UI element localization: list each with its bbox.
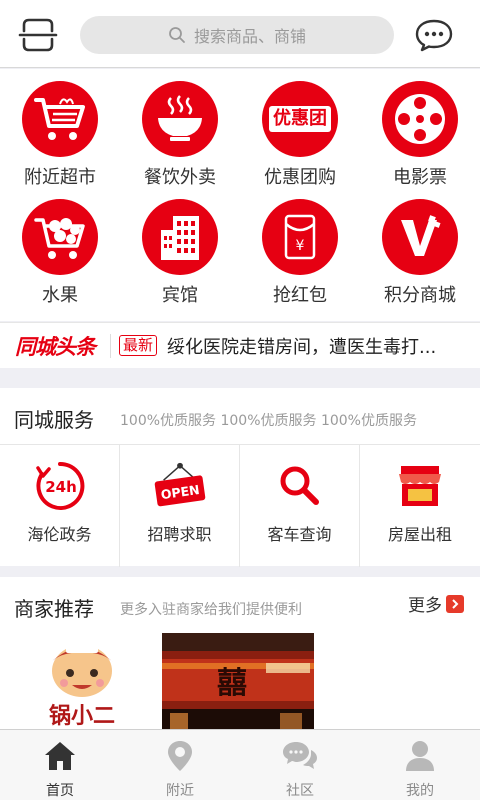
tab-nearby[interactable]: 附近 xyxy=(120,730,240,800)
storefront-icon xyxy=(392,461,448,511)
search-magnifier-icon xyxy=(272,461,328,511)
24h-clock-icon: 24h xyxy=(32,461,88,511)
service-house-rent[interactable]: 房屋出租 xyxy=(360,445,480,567)
chevron-right-icon xyxy=(446,594,464,613)
message-icon[interactable] xyxy=(414,18,454,52)
section-subtitle: 更多入驻商家给我们提供便利 xyxy=(120,602,302,618)
person-icon xyxy=(402,738,438,774)
merchant-recommendations-section: 商家推荐 更多入驻商家给我们提供便利 更多 锅小二 囍 xyxy=(0,577,480,729)
category-hotel[interactable]: 宾馆 xyxy=(120,187,240,307)
restaurant-storefront-photo: 囍 xyxy=(162,633,314,729)
category-fruit[interactable]: 水果 xyxy=(0,187,120,307)
search-placeholder: 搜索商品、商铺 xyxy=(193,27,306,46)
chat-bubbles-icon xyxy=(282,738,318,774)
tab-label: 附近 xyxy=(166,783,194,799)
section-title: 同城服务 xyxy=(14,408,94,432)
merchant-card[interactable]: 锅小二 xyxy=(12,633,152,729)
location-pin-icon xyxy=(162,738,198,774)
group-buy-logo-text: 优惠团 xyxy=(269,106,331,132)
category-supermarket[interactable]: 附近超市 xyxy=(0,69,120,189)
scan-icon[interactable] xyxy=(18,17,58,53)
more-label: 更多 xyxy=(408,596,442,616)
category-grid: 附近超市 餐饮外卖 优惠团 优惠团购 电影票 水果 宾馆 ¥ 抢红包 积分商城 xyxy=(0,69,480,321)
category-group-buy[interactable]: 优惠团 优惠团购 xyxy=(240,69,360,189)
category-takeout[interactable]: 餐饮外卖 xyxy=(120,69,240,189)
category-movie-tickets[interactable]: 电影票 xyxy=(360,69,480,189)
merchant-card[interactable]: 囍 xyxy=(162,633,314,729)
category-label: 附近超市 xyxy=(24,167,96,188)
service-government[interactable]: 24h 海伦政务 xyxy=(0,445,120,567)
new-badge: 最新 xyxy=(119,335,158,356)
divider xyxy=(110,333,111,358)
top-header: 搜索商品、商铺 xyxy=(0,0,480,68)
category-label: 宾馆 xyxy=(162,285,198,306)
service-label: 房屋出租 xyxy=(387,525,452,544)
tab-label: 我的 xyxy=(406,783,434,799)
city-services-section: 同城服务 100%优质服务 100%优质服务 100%优质服务 24h 海伦政务 xyxy=(0,388,480,567)
category-label: 积分商城 xyxy=(384,285,456,306)
home-icon xyxy=(42,738,78,774)
red-envelope-icon: ¥ xyxy=(262,199,338,275)
service-bus-search[interactable]: 客车查询 xyxy=(240,445,360,567)
category-points-mall[interactable]: 积分商城 xyxy=(360,187,480,307)
search-input[interactable]: 搜索商品、商铺 xyxy=(80,16,394,54)
tab-home[interactable]: 首页 xyxy=(0,730,120,800)
search-icon xyxy=(169,27,185,43)
tab-community[interactable]: 社区 xyxy=(240,730,360,800)
service-label: 客车查询 xyxy=(267,525,332,544)
chef-mascot-logo: 锅小二 xyxy=(34,645,130,729)
section-subtitle: 100%优质服务 100%优质服务 100%优质服务 xyxy=(120,413,417,429)
tab-mine[interactable]: 我的 xyxy=(360,730,480,800)
group-buy-logo-icon: 优惠团 xyxy=(262,81,338,157)
home-page: 搜索商品、商铺 附近超市 餐饮外卖 优惠团 优惠团购 电影票 水果 宾馆 ¥ 抢… xyxy=(0,0,480,800)
services-grid: 24h 海伦政务 OPEN 招聘求职 客车查询 房屋出租 xyxy=(0,444,480,567)
hotel-building-icon xyxy=(142,199,218,275)
section-title: 商家推荐 xyxy=(14,597,94,621)
category-label: 水果 xyxy=(42,285,78,306)
envelope-symbol: ¥ xyxy=(296,238,305,254)
open-sign-icon: OPEN xyxy=(152,461,208,511)
service-label: 海伦政务 xyxy=(27,525,92,544)
more-button[interactable]: 更多 xyxy=(408,591,464,616)
tab-label: 社区 xyxy=(286,783,314,799)
service-label: 招聘求职 xyxy=(147,525,212,544)
category-label: 抢红包 xyxy=(273,285,327,306)
svg-text:囍: 囍 xyxy=(217,666,247,701)
merchant-name: 锅小二 xyxy=(49,703,115,729)
24h-text: 24h xyxy=(45,478,77,496)
headline-logo: 同城头条 xyxy=(15,334,96,359)
film-reel-icon xyxy=(382,81,458,157)
headline-news-bar[interactable]: 同城头条 最新 绥化医院走错房间，遭医生毒打... xyxy=(0,322,480,368)
headline-text[interactable]: 绥化医院走错房间，遭医生毒打... xyxy=(167,333,467,359)
bottom-tab-bar: 首页 附近 社区 我的 xyxy=(0,729,480,800)
tab-label: 首页 xyxy=(46,783,74,799)
category-red-envelope[interactable]: ¥ 抢红包 xyxy=(240,187,360,307)
category-label: 餐饮外卖 xyxy=(144,167,216,188)
noodle-bowl-icon xyxy=(142,81,218,157)
service-jobs[interactable]: OPEN 招聘求职 xyxy=(120,445,240,567)
shopping-cart-icon xyxy=(22,81,98,157)
points-mall-v-icon xyxy=(382,199,458,275)
fruit-basket-icon xyxy=(22,199,98,275)
category-label: 电影票 xyxy=(393,167,447,188)
category-label: 优惠团购 xyxy=(264,167,336,188)
